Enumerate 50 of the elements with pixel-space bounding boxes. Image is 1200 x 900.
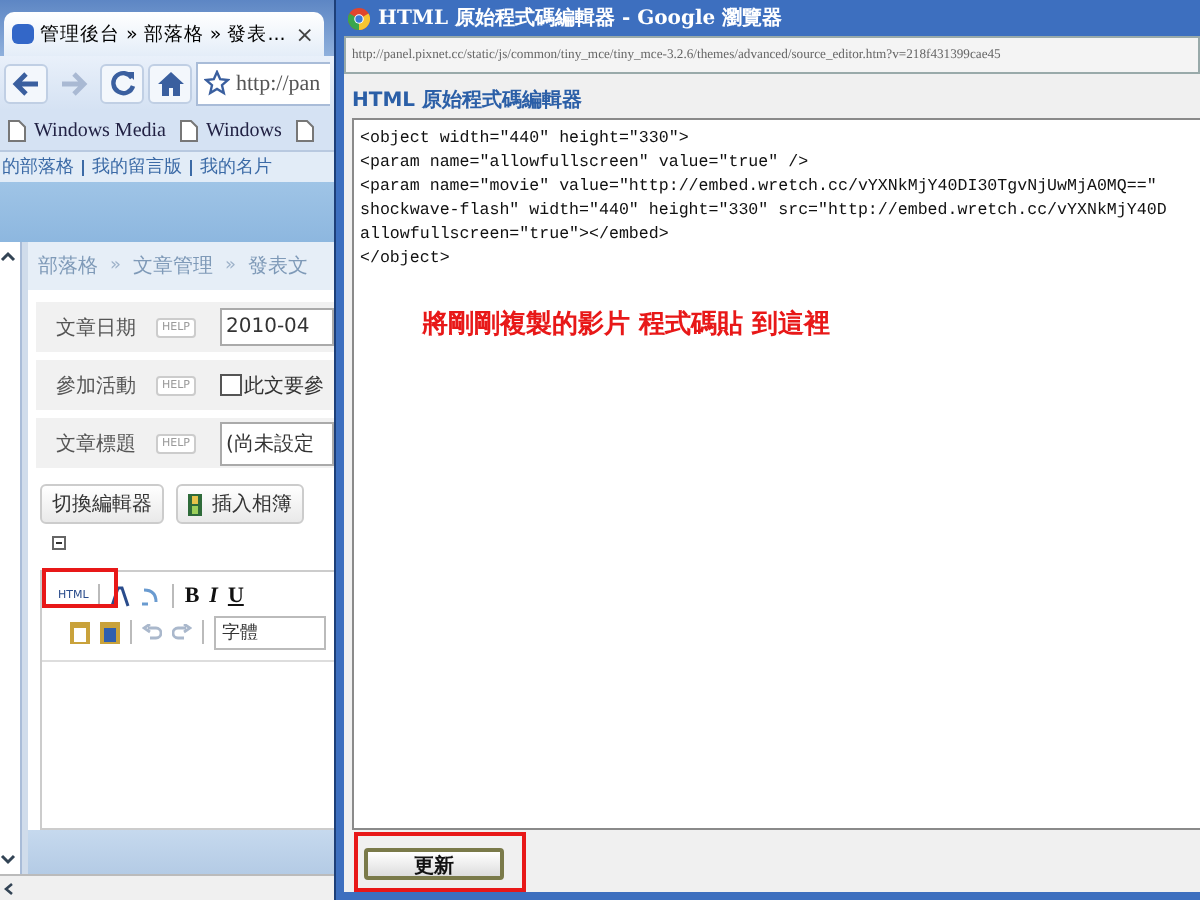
field-label: 參加活動 bbox=[56, 373, 138, 399]
scroll-left-icon[interactable] bbox=[4, 881, 14, 895]
site-link[interactable]: 我的留言版 bbox=[92, 154, 182, 180]
browser-tab[interactable]: 管理後台 » 部落格 » 發表... × bbox=[4, 12, 324, 56]
site-link[interactable]: 的部落格 bbox=[2, 154, 74, 180]
text-field[interactable]: (尚未設定 bbox=[220, 421, 334, 465]
back-arrow-icon[interactable] bbox=[12, 71, 40, 95]
home-icon[interactable] bbox=[157, 71, 183, 95]
code-line: <param name="movie" value="http://embed.wretch.cc/vYXNkMjY40DI30TgvNjUwMjA0MQ==" bbox=[360, 176, 1159, 198]
highlight-box bbox=[42, 568, 118, 608]
code-line: <param name="allowfullscreen" value="true" /> bbox=[360, 152, 811, 174]
breadcrumb-separator: » bbox=[225, 256, 237, 276]
page-icon bbox=[179, 119, 198, 141]
breadcrumb-separator: » bbox=[110, 256, 122, 276]
code-line: allowfullscreen="true"></embed> bbox=[360, 224, 671, 246]
collapse-icon[interactable] bbox=[52, 536, 66, 550]
star-icon[interactable] bbox=[204, 70, 230, 96]
checkbox[interactable] bbox=[220, 374, 242, 396]
update-button[interactable]: 更新 bbox=[364, 847, 504, 879]
paste-word-icon[interactable] bbox=[100, 621, 120, 643]
tab-close-button[interactable]: × bbox=[293, 21, 316, 47]
code-line: </object> bbox=[360, 248, 452, 270]
chrome-logo-icon bbox=[348, 7, 370, 29]
code-line: <object width="440" height="330"> bbox=[360, 128, 691, 150]
page-icon bbox=[295, 119, 314, 141]
window-title: HTML 原始程式碼編輯器 - Google 瀏覽器 bbox=[378, 5, 783, 32]
reload-icon[interactable] bbox=[109, 70, 135, 96]
font-dropdown[interactable]: 字體 bbox=[214, 615, 326, 649]
film-icon bbox=[188, 493, 202, 515]
scroll-up-icon[interactable] bbox=[0, 250, 16, 262]
underline-button[interactable]: U bbox=[227, 584, 244, 608]
annotation-text: 將剛剛複製的影片 程式碼貼 到這裡 bbox=[422, 307, 831, 342]
code-line: shockwave-flash" width="440" height="330" src="http://embed.wretch.cc/vYXNkMjY40D bbox=[360, 200, 1169, 222]
page-icon bbox=[8, 119, 26, 141]
bookmark[interactable]: Windows Media bbox=[8, 119, 166, 141]
scroll-down-icon[interactable] bbox=[0, 854, 16, 866]
bold-button[interactable]: B bbox=[184, 584, 200, 608]
bookmark[interactable]: Windows bbox=[179, 119, 282, 141]
field-label: 文章標題 bbox=[56, 431, 138, 457]
dialog-heading: HTML 原始程式碼編輯器 bbox=[352, 87, 584, 116]
field-label: 文章日期 bbox=[56, 315, 138, 341]
checkbox-label: 此文要參 bbox=[244, 373, 324, 399]
editor-button[interactable]: 切換編輯器 bbox=[40, 484, 164, 524]
italic-button[interactable]: I bbox=[209, 584, 218, 608]
code-textarea[interactable] bbox=[352, 118, 1200, 830]
editor-button[interactable]: 插入相簿 bbox=[176, 484, 304, 524]
site-icon bbox=[12, 24, 34, 44]
site-link[interactable]: 我的名片 bbox=[200, 154, 272, 180]
text-field[interactable]: 2010-04 bbox=[220, 308, 334, 346]
address-bar[interactable]: http://pan bbox=[196, 61, 330, 105]
